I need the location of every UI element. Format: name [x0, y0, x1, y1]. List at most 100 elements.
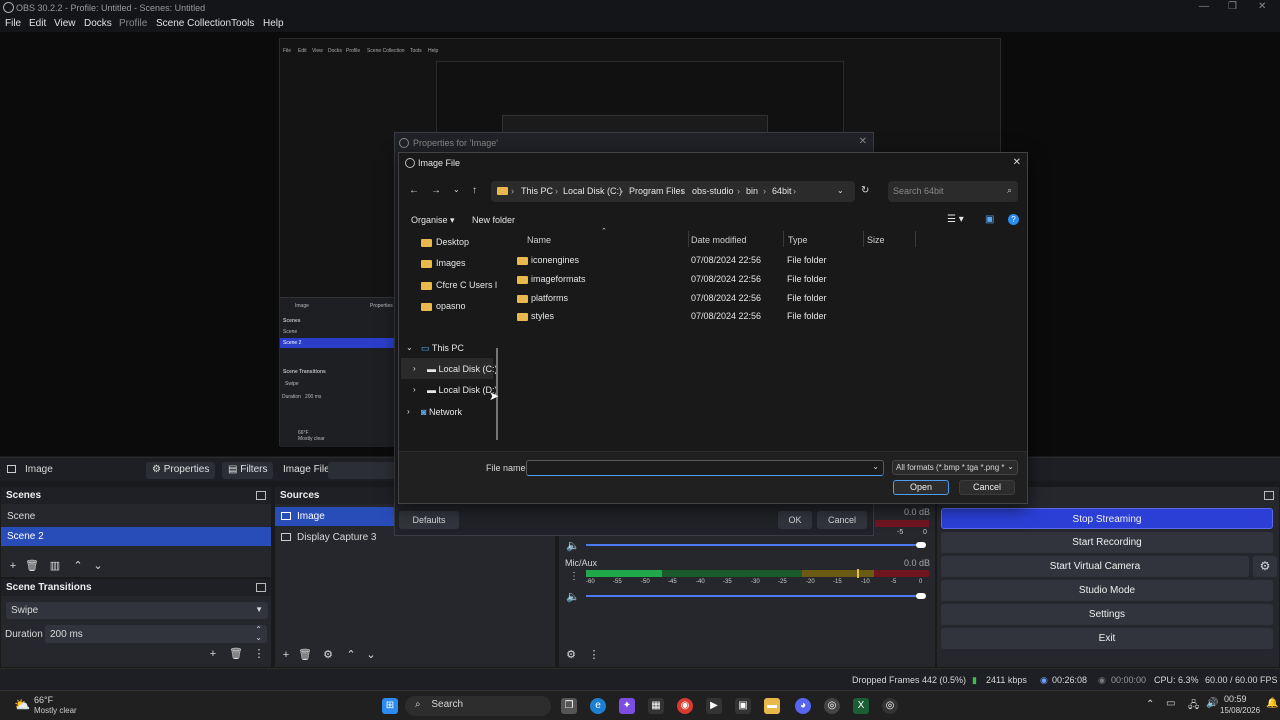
back-arrow-icon[interactable]: ←	[409, 185, 419, 196]
column-divider[interactable]	[783, 231, 784, 247]
stop-streaming-button[interactable]: Stop Streaming	[941, 508, 1273, 529]
drive-expand-chevron-icon[interactable]: ›	[413, 385, 416, 394]
ok-button[interactable]: OK	[778, 511, 812, 529]
defaults-button[interactable]: Defaults	[399, 511, 459, 529]
scene-item-selected[interactable]: Scene 2	[1, 527, 271, 546]
breadcrumb-this-pc[interactable]: This PC	[521, 186, 553, 196]
add-source-button[interactable]: +	[279, 648, 293, 662]
exit-button[interactable]: Exit	[941, 628, 1273, 649]
nav-item-this-pc[interactable]: ▭ This PC	[421, 343, 464, 354]
channel2-menu-icon[interactable]: ⋮	[569, 571, 579, 582]
obs-taskbar-icon[interactable]: ◎	[824, 698, 840, 714]
file-row[interactable]: iconengines 07/08/2024 22:56 File folder	[517, 253, 987, 271]
scene-filters-button[interactable]: ▥	[48, 559, 62, 573]
organise-menu[interactable]: Organise ▾	[411, 215, 455, 226]
breadcrumb-bin[interactable]: bin	[746, 186, 758, 196]
file-type-filter-select[interactable]: All formats (*.bmp *.tga *.png * ⌄	[892, 460, 1018, 475]
notification-bell-icon[interactable]: 🔔	[1266, 698, 1278, 709]
transition-menu-button[interactable]: ⋮	[252, 647, 266, 661]
edge-icon[interactable]: e	[590, 698, 606, 714]
copilot-icon[interactable]: ✦	[619, 698, 635, 714]
channel2-volume-knob[interactable]	[916, 593, 926, 599]
close-button[interactable]: ✕	[1258, 1, 1266, 12]
search-input[interactable]: Search 64bit ⌕	[888, 181, 1018, 202]
column-divider[interactable]	[863, 231, 864, 247]
menu-docks[interactable]: Docks	[84, 18, 112, 29]
start-recording-button[interactable]: Start Recording	[941, 532, 1273, 553]
file-row[interactable]: platforms 07/08/2024 22:56 File folder	[517, 291, 987, 309]
menu-edit[interactable]: Edit	[29, 18, 46, 29]
remove-source-button[interactable]: 🗑	[298, 648, 312, 662]
address-bar[interactable]: › This PC › Local Disk (C:) › Program Fi…	[491, 181, 855, 202]
clock-time[interactable]: 00:59	[1224, 694, 1247, 704]
file-row[interactable]: styles 07/08/2024 22:56 File folder	[517, 309, 987, 327]
menu-tools[interactable]: Tools	[231, 18, 254, 29]
breadcrumb-obs-studio[interactable]: obs-studio	[692, 186, 734, 196]
open-button[interactable]: Open	[893, 480, 949, 495]
image-file-path-field[interactable]	[328, 462, 398, 479]
breadcrumb-program-files[interactable]: Program Files	[629, 186, 685, 196]
speaker-icon[interactable]: 🔈	[566, 539, 580, 552]
menu-profile[interactable]: Profile	[119, 18, 147, 29]
add-scene-button[interactable]: +	[6, 559, 20, 573]
close-icon[interactable]: ✕	[859, 136, 867, 147]
undock-icon[interactable]	[1264, 491, 1274, 500]
mixer-settings-button[interactable]: ⚙	[564, 648, 578, 662]
menu-view[interactable]: View	[54, 18, 76, 29]
file-name-input[interactable]: ⌄	[526, 460, 884, 476]
clock-date[interactable]: 15/08/2026	[1220, 706, 1260, 715]
minimize-button[interactable]: —	[1199, 1, 1209, 12]
game-icon[interactable]: ▶	[706, 698, 722, 714]
column-divider[interactable]	[688, 231, 689, 247]
spin-down-icon[interactable]: ⌄	[255, 633, 262, 642]
move-scene-up-button[interactable]: ⌃	[71, 559, 85, 573]
duration-spinbox[interactable]: 200 ms ⌃ ⌄	[45, 625, 267, 643]
start-virtual-camera-button[interactable]: Start Virtual Camera	[941, 556, 1249, 577]
drive-expand-chevron-icon[interactable]: ›	[413, 364, 416, 373]
maximize-button[interactable]: ❐	[1228, 1, 1237, 12]
transition-select[interactable]: Swipe ▼	[6, 602, 268, 619]
move-scene-down-button[interactable]: ⌄	[91, 559, 105, 573]
forward-arrow-icon[interactable]: →	[431, 185, 441, 196]
filters-button[interactable]: ▤ Filters	[222, 462, 274, 479]
nav-item-drive-d[interactable]: ▬ Local Disk (D:)	[427, 385, 498, 395]
refresh-icon[interactable]: ↻	[861, 185, 869, 196]
undock-icon[interactable]	[256, 583, 266, 592]
add-transition-button[interactable]: +	[206, 647, 220, 661]
speaker-icon[interactable]: 🔈	[566, 590, 580, 603]
file-explorer-icon[interactable]: ▬	[764, 698, 780, 714]
column-name[interactable]: Name	[527, 235, 551, 245]
recent-chevron-icon[interactable]: ⌄	[453, 185, 460, 194]
up-arrow-icon[interactable]: ↑	[472, 185, 477, 196]
task-view-icon[interactable]: ❐	[561, 698, 577, 714]
nav-item-network[interactable]: ◙ Network	[421, 407, 462, 417]
view-options-icon[interactable]: ☰ ▾	[947, 214, 964, 225]
nav-item-opasno[interactable]: opasno	[421, 301, 466, 311]
taskbar-search[interactable]: ⌕ Search	[405, 696, 551, 716]
virtual-camera-settings-gear-icon[interactable]: ⚙	[1253, 556, 1277, 577]
weather-icon[interactable]: ⛅	[14, 697, 30, 713]
nav-item-desktop[interactable]: Desktop	[421, 237, 469, 247]
preview-pane-icon[interactable]: ▣	[985, 214, 994, 225]
spreadsheet-icon[interactable]: X	[853, 698, 869, 714]
file-row[interactable]: imageformats 07/08/2024 22:56 File folde…	[517, 272, 987, 290]
nav-item-drive-c[interactable]: ▬ Local Disk (C:)	[427, 364, 498, 374]
chrome-icon[interactable]: ◉	[677, 698, 693, 714]
column-type[interactable]: Type	[788, 235, 808, 245]
help-icon[interactable]: ?	[1008, 214, 1019, 225]
breadcrumb-64bit[interactable]: 64bit	[772, 186, 792, 196]
discord-icon[interactable]: ◕	[795, 698, 811, 714]
menu-file[interactable]: File	[5, 18, 21, 29]
channel1-volume-slider[interactable]	[586, 544, 922, 546]
tray-app-icon[interactable]: ▭	[1166, 698, 1175, 709]
new-folder-button[interactable]: New folder	[472, 215, 515, 225]
address-chevron-down-icon[interactable]: ⌄	[837, 186, 844, 195]
file-dialog-close-icon[interactable]: ✕	[1013, 157, 1021, 168]
remove-scene-button[interactable]: 🗑	[25, 559, 39, 573]
app-grid-icon[interactable]: ▦	[648, 698, 664, 714]
nav-item-user-folder[interactable]: Cfcre C Users l	[421, 280, 497, 290]
channel1-volume-knob[interactable]	[916, 542, 926, 548]
file-name-chevron-down-icon[interactable]: ⌄	[872, 462, 879, 471]
studio-mode-button[interactable]: Studio Mode	[941, 580, 1273, 601]
volume-icon[interactable]: 🔊	[1206, 698, 1218, 709]
